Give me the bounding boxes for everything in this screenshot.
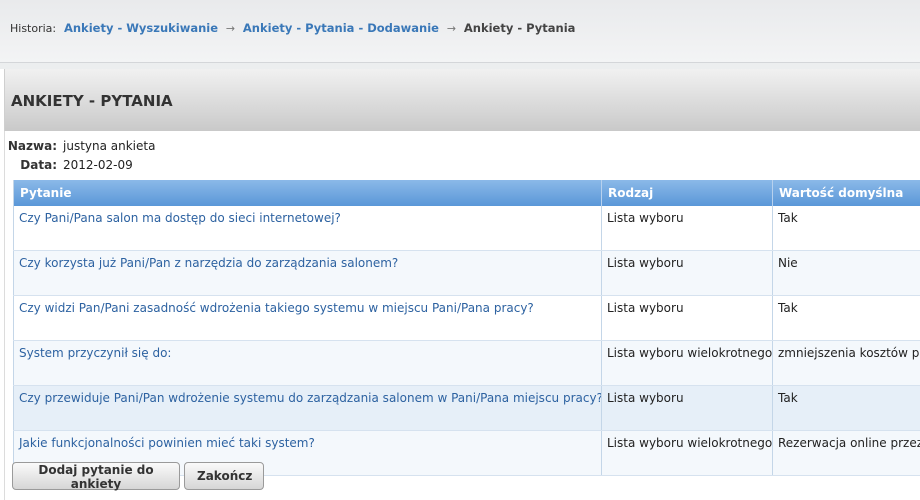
question-default: Nie xyxy=(772,250,920,296)
question-type: Lista wyboru xyxy=(601,250,773,296)
history-bar: Historia: Ankiety - Wyszukiwanie → Ankie… xyxy=(0,0,920,63)
question-type: Lista wyboru wielokrotnego xyxy=(601,340,773,386)
question-text[interactable]: Czy Pani/Pana salon ma dostęp do sieci i… xyxy=(13,206,602,251)
question-default: Tak xyxy=(772,295,920,341)
question-text[interactable]: Czy przewiduje Pani/Pan wdrożenie system… xyxy=(13,385,602,431)
history-label: Historia: xyxy=(10,22,57,35)
breadcrumb-link-pytania-dodawanie[interactable]: Ankiety - Pytania - Dodawanie xyxy=(243,21,439,35)
column-header-rodzaj[interactable]: Rodzaj xyxy=(601,180,773,206)
question-default: Tak xyxy=(772,206,920,251)
question-type: Lista wyboru xyxy=(601,385,773,431)
breadcrumb: Historia: Ankiety - Wyszukiwanie → Ankie… xyxy=(10,21,575,35)
table-row[interactable]: Czy przewiduje Pani/Pan wdrożenie system… xyxy=(13,385,920,431)
question-type: Lista wyboru xyxy=(601,206,773,251)
panel-body: Nazwa: justyna ankieta Data: 2012-02-09 Py… xyxy=(4,131,920,500)
breadcrumb-current: Ankiety - Pytania xyxy=(463,21,576,35)
page-title: ANKIETY - PYTANIA xyxy=(11,92,173,110)
date-label: Data: xyxy=(20,158,57,172)
info-name-row: Nazwa: justyna ankieta xyxy=(5,139,156,153)
table-row[interactable]: Czy korzysta już Pani/Pan z narzędzia do… xyxy=(13,250,920,296)
question-type: Lista wyboru wielokrotnego xyxy=(601,430,773,476)
info-date-row: Data: 2012-02-09 xyxy=(5,158,133,172)
question-default: zmniejszenia kosztów prowadzenia xyxy=(772,340,920,386)
breadcrumb-arrow-icon: → xyxy=(446,22,457,35)
table-row[interactable]: Czy Pani/Pana salon ma dostęp do sieci i… xyxy=(13,206,920,251)
add-question-button[interactable]: Dodaj pytanie do ankiety xyxy=(12,462,180,491)
question-text[interactable]: Czy korzysta już Pani/Pan z narzędzia do… xyxy=(13,250,602,296)
table-header-row: Pytanie Rodzaj Wartość domyślna xyxy=(13,180,920,206)
question-default: Tak xyxy=(772,385,920,431)
question-text[interactable]: Czy widzi Pan/Pani zasadność wdrożenia t… xyxy=(13,295,602,341)
breadcrumb-link-ankiety-wyszukiwanie[interactable]: Ankiety - Wyszukiwanie xyxy=(64,21,218,35)
column-header-wartosc-domyslna[interactable]: Wartość domyślna xyxy=(772,180,920,206)
table-row[interactable]: Czy widzi Pan/Pani zasadność wdrożenia t… xyxy=(13,295,920,341)
questions-table: Pytanie Rodzaj Wartość domyślna Czy Pani… xyxy=(13,180,920,476)
question-default: Rezerwacja online przez klienta xyxy=(772,430,920,476)
column-header-pytanie[interactable]: Pytanie xyxy=(13,180,602,206)
table-row[interactable]: System przyczynił się do: Lista wyboru w… xyxy=(13,340,920,386)
question-type: Lista wyboru xyxy=(601,295,773,341)
panel-header: ANKIETY - PYTANIA xyxy=(4,69,920,131)
date-value: 2012-02-09 xyxy=(63,158,133,172)
name-label: Nazwa: xyxy=(7,139,57,153)
breadcrumb-arrow-icon: → xyxy=(225,22,236,35)
question-text[interactable]: System przyczynił się do: xyxy=(13,340,602,386)
name-value: justyna ankieta xyxy=(63,139,156,153)
finish-button[interactable]: Zakończ xyxy=(184,462,264,490)
